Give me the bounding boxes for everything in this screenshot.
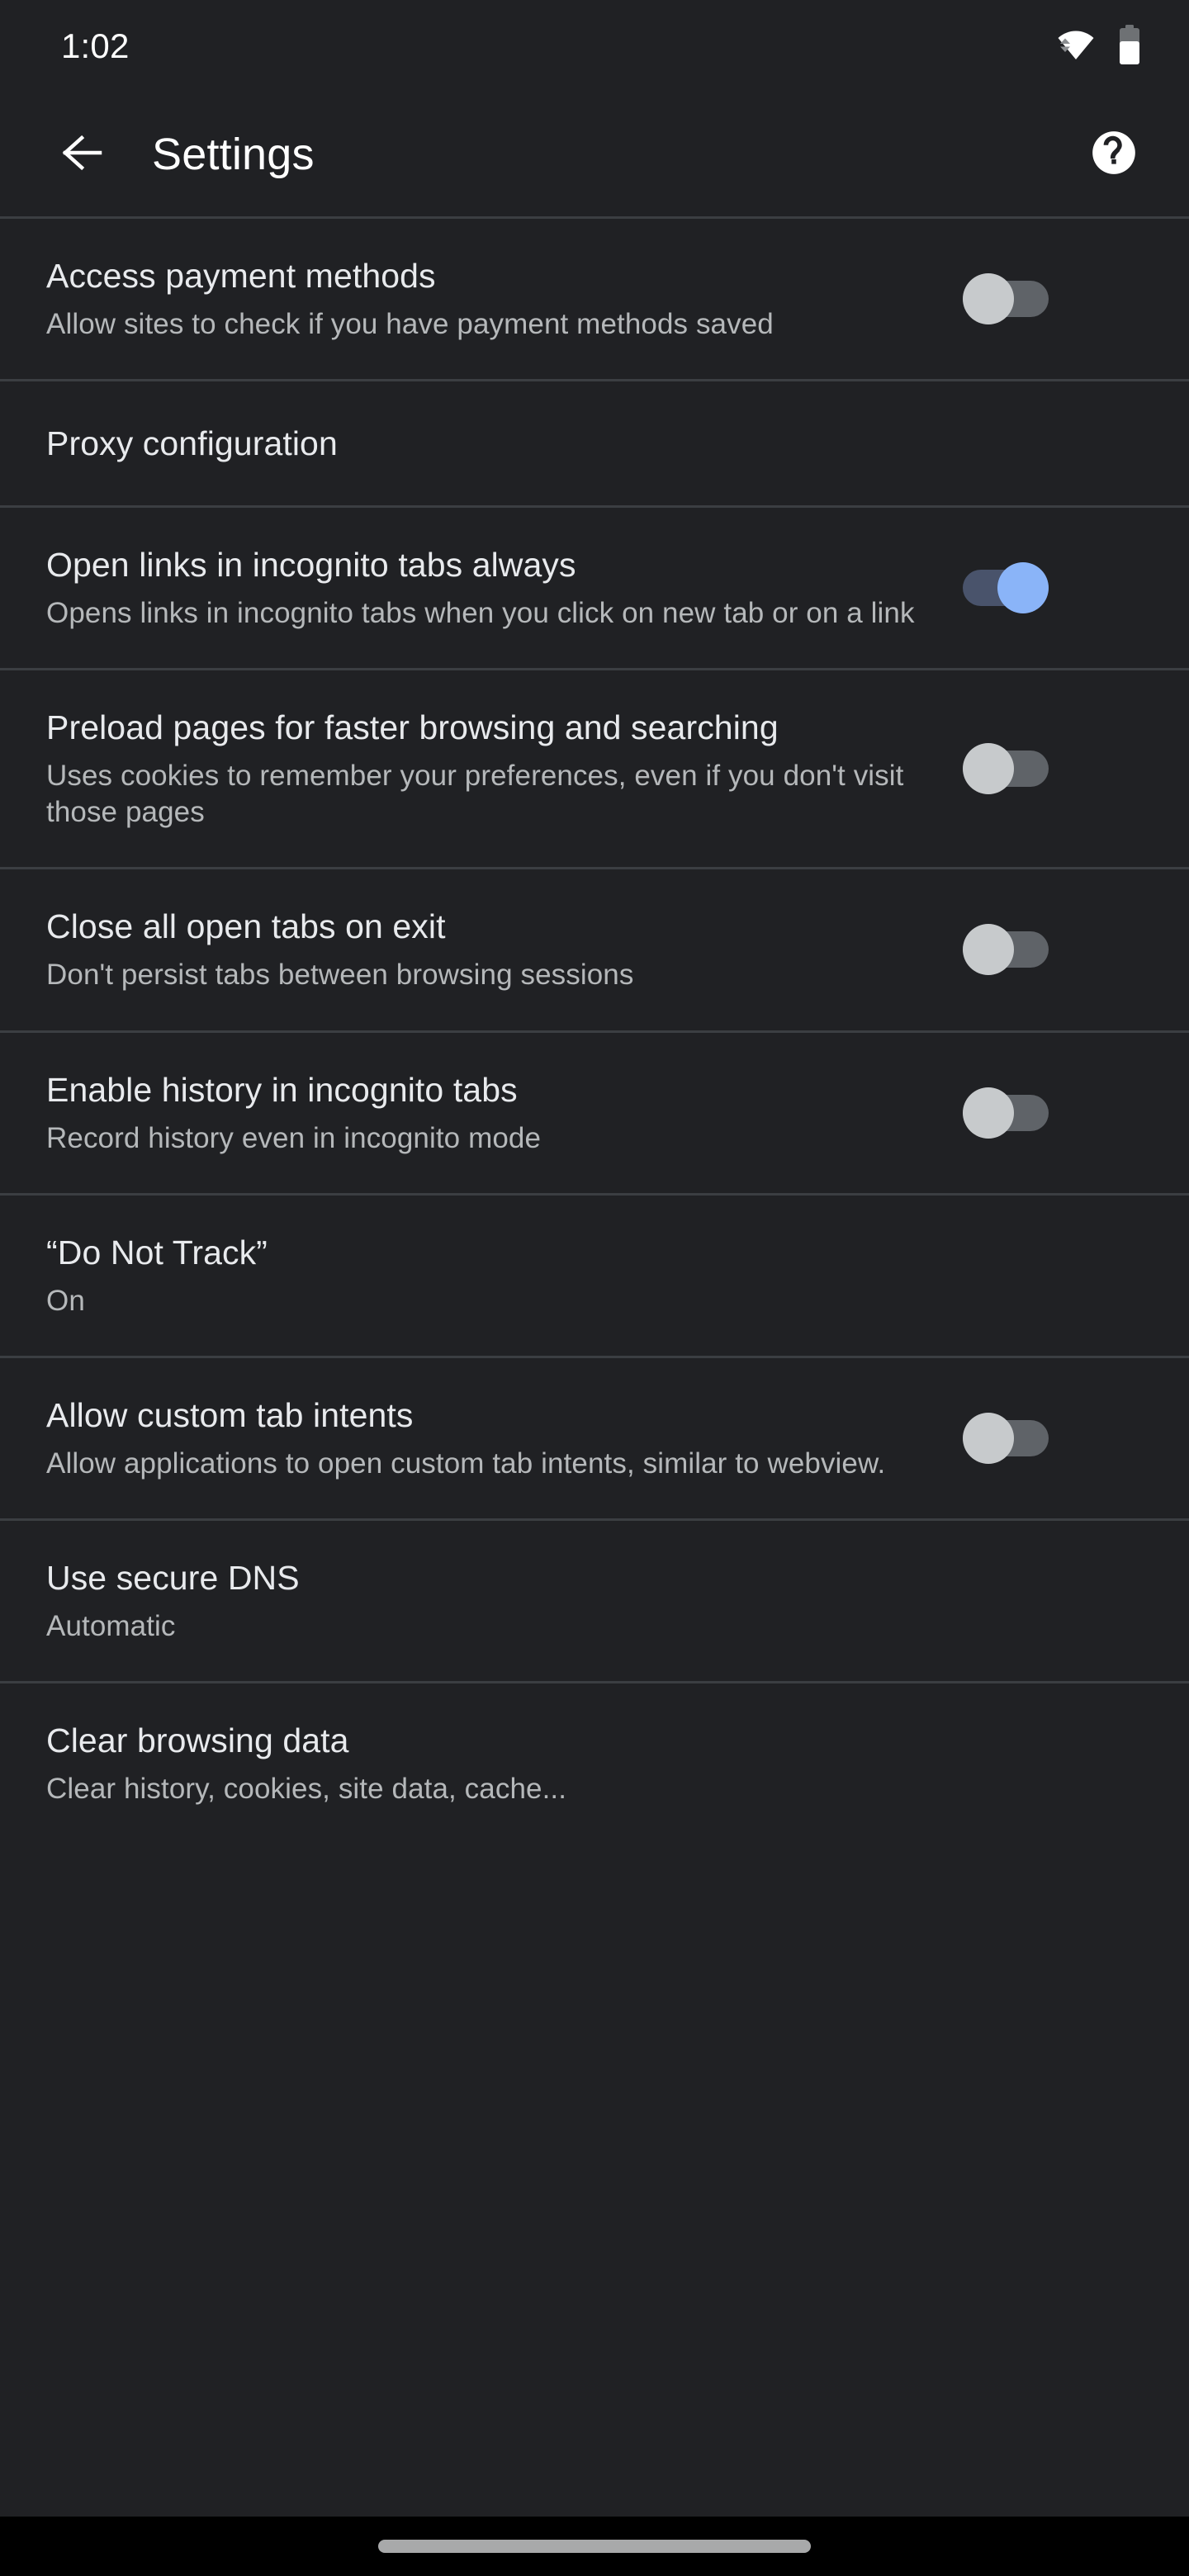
settings-row-proxy-configuration[interactable]: Proxy configuration	[0, 381, 1189, 506]
row-subtitle: Clear history, cookies, site data, cache…	[46, 1772, 567, 1805]
settings-row-clear-browsing-data[interactable]: Clear browsing data Clear history, cooki…	[0, 1683, 1189, 1844]
settings-row-secure-dns[interactable]: Use secure DNS Automatic	[0, 1520, 1189, 1681]
row-text: Preload pages for faster browsing and se…	[46, 707, 963, 831]
row-subtitle: On	[46, 1284, 85, 1317]
settings-row-custom-tab-intents[interactable]: Allow custom tab intents Allow applicati…	[0, 1357, 1189, 1518]
phone-screen: 1:02 Settings Access payment methods All…	[0, 0, 1189, 2576]
wifi-icon	[1057, 28, 1095, 65]
toggle-thumb	[997, 562, 1049, 614]
help-button[interactable]	[1082, 122, 1146, 187]
settings-row-history-incognito[interactable]: Enable history in incognito tabs Record …	[0, 1032, 1189, 1193]
settings-row-do-not-track[interactable]: “Do Not Track” On	[0, 1195, 1189, 1356]
row-title: Access payment methods	[46, 257, 436, 295]
toggle-thumb	[963, 924, 1014, 976]
row-title: Close all open tabs on exit	[46, 907, 446, 946]
home-gesture-pill[interactable]	[378, 2540, 811, 2553]
row-subtitle: Uses cookies to remember your preference…	[46, 760, 904, 829]
row-title: Use secure DNS	[46, 1558, 300, 1597]
row-text: Clear browsing data Clear history, cooki…	[46, 1720, 963, 1807]
row-title: Clear browsing data	[46, 1721, 349, 1759]
settings-list: Access payment methods Allow sites to ch…	[0, 216, 1189, 1844]
row-subtitle: Allow sites to check if you have payment…	[46, 308, 774, 341]
row-subtitle: Automatic	[46, 1609, 176, 1642]
row-title: Enable history in incognito tabs	[46, 1070, 518, 1109]
status-bar-icons	[1057, 24, 1143, 69]
row-text: Access payment methods Allow sites to ch…	[46, 255, 963, 343]
settings-row-preload-pages[interactable]: Preload pages for faster browsing and se…	[0, 670, 1189, 868]
settings-row-close-tabs-on-exit[interactable]: Close all open tabs on exit Don't persis…	[0, 869, 1189, 1030]
settings-row-open-links-incognito[interactable]: Open links in incognito tabs always Open…	[0, 508, 1189, 669]
row-title: Proxy configuration	[46, 424, 338, 463]
row-text: Allow custom tab intents Allow applicati…	[46, 1395, 963, 1482]
status-bar-clock: 1:02	[61, 26, 130, 65]
toggle-thumb	[963, 1412, 1014, 1464]
row-title: “Do Not Track”	[46, 1233, 268, 1271]
status-bar: 1:02	[0, 0, 1189, 92]
row-subtitle: Opens links in incognito tabs when you c…	[46, 597, 915, 630]
toggle-close-tabs-on-exit[interactable]	[963, 924, 1049, 976]
row-text: Proxy configuration	[46, 423, 963, 464]
toggle-history-incognito[interactable]	[963, 1087, 1049, 1139]
row-subtitle: Don't persist tabs between browsing sess…	[46, 959, 634, 992]
app-bar: Settings	[0, 92, 1189, 216]
row-text: Enable history in incognito tabs Record …	[46, 1069, 963, 1157]
row-title: Allow custom tab intents	[46, 1395, 414, 1434]
toggle-custom-tab-intents[interactable]	[963, 1412, 1049, 1464]
toggle-thumb	[963, 743, 1014, 795]
row-subtitle: Record history even in incognito mode	[46, 1121, 542, 1154]
gesture-navigation-bar	[0, 2517, 1189, 2576]
row-text: “Do Not Track” On	[46, 1232, 963, 1319]
row-text: Use secure DNS Automatic	[46, 1557, 963, 1645]
toggle-open-links-incognito[interactable]	[963, 562, 1049, 614]
toggle-thumb	[963, 273, 1014, 325]
page-title: Settings	[152, 130, 315, 179]
settings-row-access-payment-methods[interactable]: Access payment methods Allow sites to ch…	[0, 219, 1189, 380]
row-text: Close all open tabs on exit Don't persis…	[46, 906, 963, 993]
back-arrow-icon	[62, 133, 110, 177]
row-subtitle: Allow applications to open custom tab in…	[46, 1447, 886, 1480]
row-text: Open links in incognito tabs always Open…	[46, 544, 963, 632]
toggle-access-payment-methods[interactable]	[963, 273, 1049, 325]
row-title: Preload pages for faster browsing and se…	[46, 708, 779, 747]
toggle-preload-pages[interactable]	[963, 743, 1049, 795]
help-circle-icon	[1088, 127, 1139, 182]
toggle-thumb	[963, 1087, 1014, 1139]
battery-icon	[1116, 24, 1143, 69]
row-title: Open links in incognito tabs always	[46, 546, 576, 585]
back-button[interactable]	[46, 115, 126, 194]
